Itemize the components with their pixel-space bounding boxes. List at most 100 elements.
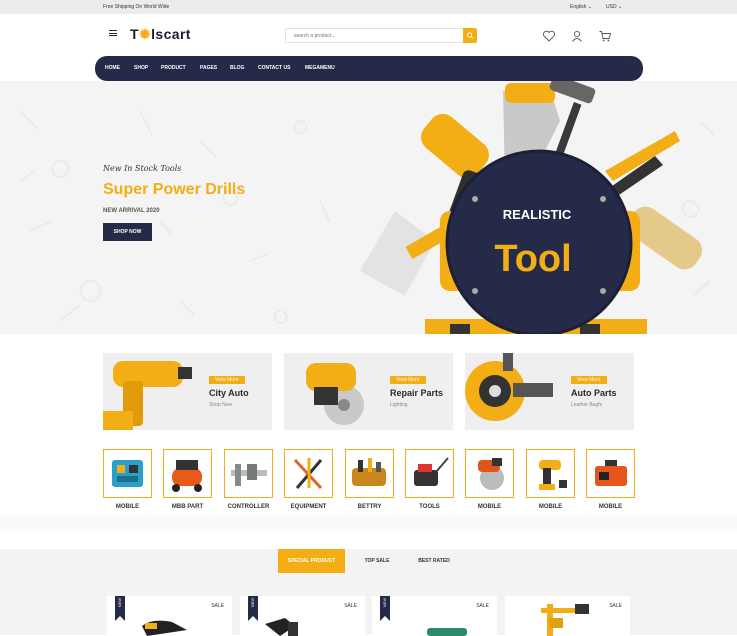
banner-subtitle: Leather Bagfs [571, 402, 603, 408]
grinder-image [465, 353, 553, 421]
product-image [142, 620, 187, 636]
nav-home[interactable]: HOME [105, 65, 120, 71]
view-more-button[interactable]: View More [209, 376, 245, 384]
tools-illustration: REALISTIC Tool [360, 81, 703, 334]
sale-badge: SALE [344, 603, 357, 609]
product-card[interactable]: NEW SALE [240, 596, 365, 636]
tab-best-rated[interactable]: BEST RATED [409, 549, 459, 573]
hero-title: Super Power Drills [103, 181, 246, 198]
category-item[interactable]: TOOLS [405, 449, 454, 513]
drill-image [103, 361, 192, 430]
tab-top-sale[interactable]: TOP SALE [355, 549, 399, 573]
category-label: CONTROLLER [227, 504, 270, 510]
category-image [345, 449, 394, 498]
banner-card[interactable]: View More City Auto Shop Now [103, 353, 272, 430]
banner-card[interactable]: View More Repair Parts Lighting [284, 353, 453, 430]
logo[interactable]: T✹lscart [130, 26, 191, 43]
caliper-icon [231, 464, 267, 486]
banner-title: City Auto [209, 388, 249, 398]
product-card[interactable]: NEW SALE [107, 596, 232, 636]
nav-contact[interactable]: CONTACT US [258, 65, 290, 71]
category-item[interactable]: EQUIPMENT [284, 449, 333, 513]
banner-title: Repair Parts [390, 388, 444, 398]
banner-title: Auto Parts [571, 388, 617, 398]
top-bar: Free Shipping On World Wide English ⌄ US… [0, 0, 737, 14]
search-bar [285, 28, 477, 43]
gear-icon: ✹ [138, 26, 152, 42]
circular-saw-icon [478, 458, 504, 490]
sale-badge: SALE [211, 603, 224, 609]
header: T✹lscart [0, 14, 737, 58]
logo-suffix: lscart [151, 26, 191, 42]
product-card[interactable]: NEW SALE [372, 596, 497, 636]
hero-slider: New In Stock Tools Super Power Drills NE… [0, 81, 737, 334]
tab-special-product[interactable]: SPECIAL PRODUCT [278, 549, 345, 573]
nav-pages[interactable]: PAGES [200, 65, 217, 71]
category-label: MBB PART [171, 504, 204, 510]
search-icon [466, 32, 474, 39]
shipping-notice: Free Shipping On World Wide [103, 4, 170, 10]
heart-icon[interactable] [542, 29, 556, 43]
view-more-button[interactable]: View More [571, 376, 607, 384]
category-image [405, 449, 454, 498]
nav-shop[interactable]: SHOP [134, 65, 148, 71]
product-card[interactable]: SALE [505, 596, 630, 636]
category-label: EQUIPMENT [290, 504, 327, 510]
compressor-icon [172, 460, 202, 492]
banner-subtitle: Lighting [390, 402, 408, 408]
category-item[interactable]: BETTRY [345, 449, 394, 513]
toolbox-icon [112, 460, 143, 487]
category-item[interactable]: MOBILE [103, 449, 152, 513]
category-item[interactable]: CONTROLLER [224, 449, 273, 513]
tools-set-icon [293, 458, 323, 490]
category-item[interactable]: MOBILE [586, 449, 635, 513]
user-icon[interactable] [570, 29, 584, 43]
currency-select[interactable]: USD ⌄ [606, 4, 622, 10]
tool-case-icon [595, 460, 627, 486]
banner-subtitle: Shop Now [209, 402, 233, 408]
search-button[interactable] [463, 28, 477, 43]
language-select[interactable]: English ⌄ [570, 4, 592, 10]
category-label: TOOLS [419, 504, 440, 510]
cart-icon[interactable] [598, 29, 612, 43]
hero-badge-main: Tool [494, 238, 571, 280]
new-badge: NEW [250, 598, 255, 608]
hero-new-arrival: NEW ARRIVAL 2020 [103, 208, 160, 214]
saw-image [306, 363, 364, 425]
main-nav: HOME SHOP PRODUCT PAGES BLOG CONTACT US … [95, 56, 643, 81]
category-item[interactable]: MOBILE [465, 449, 514, 513]
currency-label: USD [606, 4, 617, 10]
cordless-drill-icon [539, 460, 567, 490]
category-image [526, 449, 575, 498]
category-image [163, 449, 212, 498]
new-badge: NEW [117, 598, 122, 608]
product-tabs: SPECIAL PRODUCT TOP SALE BEST RATED [0, 549, 737, 573]
nav-megamenu[interactable]: MEGAMENU [305, 65, 335, 71]
category-item[interactable]: MBB PART [163, 449, 212, 513]
logo-prefix: T [130, 26, 139, 42]
hero-badge-top: REALISTIC [503, 207, 572, 222]
language-label: English [570, 4, 587, 10]
product-image [427, 628, 467, 636]
product-image [541, 604, 589, 636]
view-more-button[interactable]: View More [390, 376, 426, 384]
new-badge: NEW [382, 598, 387, 608]
banner-card[interactable]: View More Auto Parts Leather Bagfs [465, 353, 634, 430]
search-input[interactable] [294, 31, 454, 41]
category-image [465, 449, 514, 498]
hero-subtitle: New In Stock Tools [103, 164, 182, 173]
category-label: BETTRY [357, 504, 382, 510]
category-label: MOBILE [598, 504, 623, 510]
category-image [224, 449, 273, 498]
nav-product[interactable]: PRODUCT [161, 65, 186, 71]
category-item[interactable]: MOBILE [526, 449, 575, 513]
product-image [265, 618, 298, 636]
category-image [284, 449, 333, 498]
category-label: MOBILE [115, 504, 140, 510]
category-label: MOBILE [477, 504, 502, 510]
category-label: MOBILE [538, 504, 563, 510]
nav-blog[interactable]: BLOG [230, 65, 244, 71]
shop-now-button[interactable]: SHOP NOW [103, 223, 152, 241]
category-image [103, 449, 152, 498]
menu-icon[interactable] [109, 30, 117, 36]
